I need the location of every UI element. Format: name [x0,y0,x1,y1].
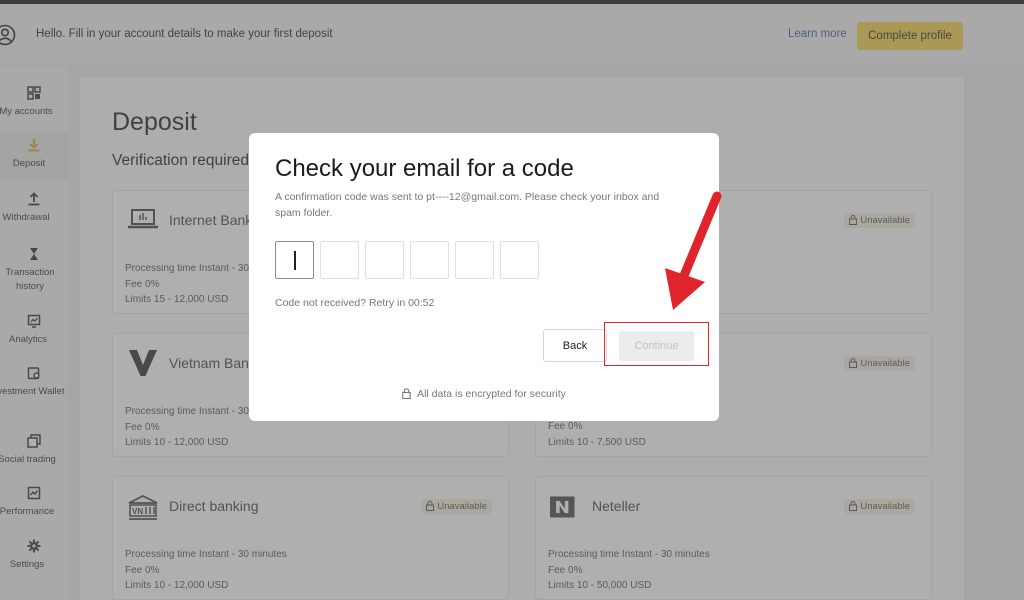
security-note: All data is encrypted for security [249,388,719,400]
code-digit-input-5[interactable] [455,241,494,279]
lock-icon [402,388,411,399]
code-digit-input-1[interactable] [275,241,314,279]
security-text: All data is encrypted for security [417,388,566,400]
modal-title: Check your email for a code [275,155,574,182]
modal-description: A confirmation code was sent to pt----12… [275,191,660,219]
text-cursor [294,251,296,270]
code-digit-input-4[interactable] [410,241,449,279]
annotation-highlight-box [604,322,709,366]
annotation-arrow-icon [665,191,722,310]
back-button[interactable]: Back [543,329,607,362]
code-digit-input-6[interactable] [500,241,539,279]
retry-timer-text: Code not received? Retry in 00:52 [275,297,435,309]
code-digit-input-2[interactable] [320,241,359,279]
verification-modal: Check your email for a code A confirmati… [249,133,719,421]
code-digit-input-3[interactable] [365,241,404,279]
